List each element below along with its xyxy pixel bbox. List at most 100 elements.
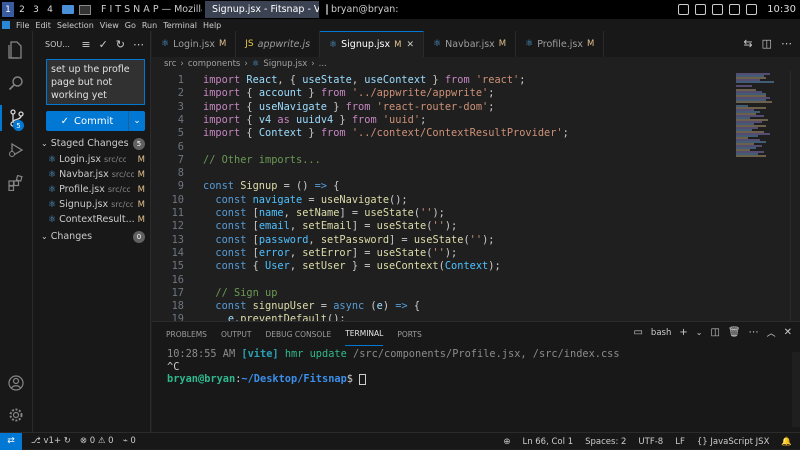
code-line[interactable]: 10 const navigate = useNavigate();	[152, 194, 732, 208]
search-icon[interactable]	[6, 73, 26, 93]
staged-file-row[interactable]: ⚛ Login.jsx src/co... M	[33, 152, 151, 167]
workspace-1[interactable]: 1	[2, 2, 14, 17]
commit-dropdown-button[interactable]: ⌄	[128, 111, 145, 131]
battery-icon[interactable]	[746, 4, 758, 15]
menu-edit[interactable]: Edit	[35, 21, 51, 30]
branch-indicator[interactable]: ⎇ v1+ ↻	[31, 436, 71, 446]
run-debug-icon[interactable]	[6, 140, 26, 160]
minimap[interactable]	[734, 71, 790, 161]
shell-label[interactable]: bash	[651, 328, 671, 338]
staged-file-row[interactable]: ⚛ Navbar.jsx src/co... M	[33, 167, 151, 182]
code-line[interactable]: 5 import { Context } from '../context/Con…	[152, 127, 732, 141]
breadcrumb-item[interactable]: ...	[319, 59, 327, 69]
terminal-launcher-icon[interactable]	[79, 4, 91, 15]
code-line[interactable]: 11 const [name, setName] = useState('');	[152, 207, 732, 221]
extensions-icon[interactable]	[6, 173, 26, 193]
code-line[interactable]: 1 import React, { useState, useContext } …	[152, 74, 732, 88]
code-line[interactable]: 6	[152, 141, 732, 155]
clock[interactable]: 10:30	[767, 4, 796, 15]
split-editor-icon[interactable]: ◫	[762, 37, 772, 50]
commit-button[interactable]: ✓ Commit	[46, 111, 128, 131]
staged-file-row[interactable]: ⚛ Signup.jsx src/co... M	[33, 197, 151, 212]
accounts-icon[interactable]	[6, 373, 26, 393]
taskbar-window-firefox[interactable]: F I T S N A P — Mozilla...	[94, 1, 202, 18]
ports-indicator[interactable]: ⌁ 0	[123, 436, 136, 446]
menu-run[interactable]: Run	[142, 21, 157, 30]
problems-indicator[interactable]: ⊗ 0 ⚠ 0	[80, 436, 114, 446]
tray-app-icon[interactable]	[678, 4, 690, 15]
split-terminal-icon[interactable]: ◫	[710, 327, 719, 338]
menu-view[interactable]: View	[100, 21, 119, 30]
notifications-icon[interactable]: 🔔	[781, 437, 792, 447]
code-line[interactable]: 7 // Other imports...	[152, 154, 732, 168]
tab-terminal[interactable]: TERMINAL	[345, 322, 384, 346]
tab-debug-console[interactable]: DEBUG CONSOLE	[266, 322, 332, 346]
code-line[interactable]: 4 import { v4 as uuidv4 } from 'uuid';	[152, 114, 732, 128]
tab-output[interactable]: OUTPUT	[221, 322, 252, 346]
staged-changes-header[interactable]: ⌄ Staged Changes 5	[33, 136, 151, 151]
new-terminal-icon[interactable]: +	[679, 327, 687, 338]
breadcrumb-item[interactable]: components	[188, 59, 241, 69]
volume-icon[interactable]	[729, 4, 741, 15]
code-line[interactable]: 13 const [password, setPassword] = useSt…	[152, 234, 732, 248]
code-line[interactable]: 2 import { account } from '../appwrite/ap…	[152, 87, 732, 101]
menu-help[interactable]: Help	[203, 21, 221, 30]
line-ending[interactable]: LF	[675, 437, 685, 447]
editor-scrollbar[interactable]	[790, 71, 800, 321]
terminal-output[interactable]: 10:28:55 AM [vite] hmr update /src/compo…	[167, 348, 787, 386]
tab-profile[interactable]: ⚛ Profile.jsx M	[516, 31, 605, 57]
breadcrumb-item[interactable]: src	[164, 59, 176, 69]
tab-ports[interactable]: PORTS	[397, 322, 421, 346]
encoding[interactable]: UTF-8	[638, 437, 663, 447]
trash-icon[interactable]: 🗑	[728, 327, 741, 338]
tab-login[interactable]: ⚛ Login.jsx M	[152, 31, 237, 57]
workspace-3[interactable]: 3	[30, 2, 42, 17]
taskbar-window-terminal[interactable]: bryan@bryan: ~	[322, 1, 402, 18]
commit-message-input[interactable]: set up the profle page but not working y…	[46, 59, 145, 105]
breadcrumb-item[interactable]: Signup.jsx	[263, 59, 307, 69]
close-icon[interactable]: ✕	[784, 327, 792, 338]
terminal-scrollbar[interactable]	[792, 352, 800, 427]
indentation[interactable]: Spaces: 2	[585, 437, 626, 447]
cursor-position[interactable]: Ln 66, Col 1	[522, 437, 573, 447]
ellipsis-icon[interactable]: ⋯	[133, 38, 144, 51]
chevron-down-icon[interactable]: ⌄	[696, 328, 703, 337]
code-line[interactable]: 16	[152, 274, 732, 288]
menu-file[interactable]: File	[16, 21, 29, 30]
explorer-icon[interactable]	[6, 40, 26, 60]
source-control-icon[interactable]: 5	[0, 105, 33, 131]
code-editor[interactable]: 1 import React, { useState, useContext } …	[152, 71, 732, 321]
code-line[interactable]: 17 // Sign up	[152, 287, 732, 301]
tab-problems[interactable]: PROBLEMS	[166, 322, 207, 346]
code-line[interactable]: 15 const { User, setUser } = useContext(…	[152, 260, 732, 274]
workspace-2[interactable]: 2	[16, 2, 28, 17]
code-line[interactable]: 19 e.preventDefault();	[152, 313, 732, 321]
more-actions-icon[interactable]: ≡	[81, 38, 90, 51]
commit-check-icon[interactable]: ✓	[99, 38, 108, 51]
more-actions-icon[interactable]: ⋯	[781, 37, 792, 50]
tab-signup[interactable]: ⚛ Signup.jsx M ✕	[320, 31, 425, 57]
code-line[interactable]: 8	[152, 167, 732, 181]
code-line[interactable]: 18 const signupUser = async (e) => {	[152, 300, 732, 314]
settings-gear-icon[interactable]	[6, 405, 26, 425]
chevron-up-icon[interactable]: ︿	[767, 326, 776, 339]
tray-app-icon[interactable]	[695, 4, 707, 15]
compare-changes-icon[interactable]: ⇆	[743, 37, 752, 50]
menu-go[interactable]: Go	[125, 21, 136, 30]
tab-navbar[interactable]: ⚛ Navbar.jsx M	[424, 31, 517, 57]
tab-appwrite[interactable]: JS appwrite.js	[236, 31, 321, 57]
workspace-4[interactable]: 4	[44, 2, 56, 17]
language-mode[interactable]: {} JavaScript JSX	[697, 437, 770, 447]
code-line[interactable]: 9 const Signup = () => {	[152, 180, 732, 194]
menu-selection[interactable]: Selection	[57, 21, 94, 30]
staged-file-row[interactable]: ⚛ Profile.jsx src/co... M	[33, 182, 151, 197]
code-line[interactable]: 14 const [error, setError] = useState(''…	[152, 247, 732, 261]
changes-header[interactable]: ⌄ Changes 0	[33, 229, 151, 244]
remote-indicator-icon[interactable]: ⇄	[0, 432, 22, 450]
close-icon[interactable]: ✕	[406, 40, 414, 50]
code-line[interactable]: 12 const [email, setEmail] = useState(''…	[152, 220, 732, 234]
staged-file-row[interactable]: ⚛ ContextResult... M	[33, 212, 151, 227]
network-icon[interactable]	[712, 4, 724, 15]
taskbar-window-vscode[interactable]: Signup.jsx - Fitsnap - V...	[205, 1, 319, 18]
more-actions-icon[interactable]: ⋯	[749, 327, 759, 338]
